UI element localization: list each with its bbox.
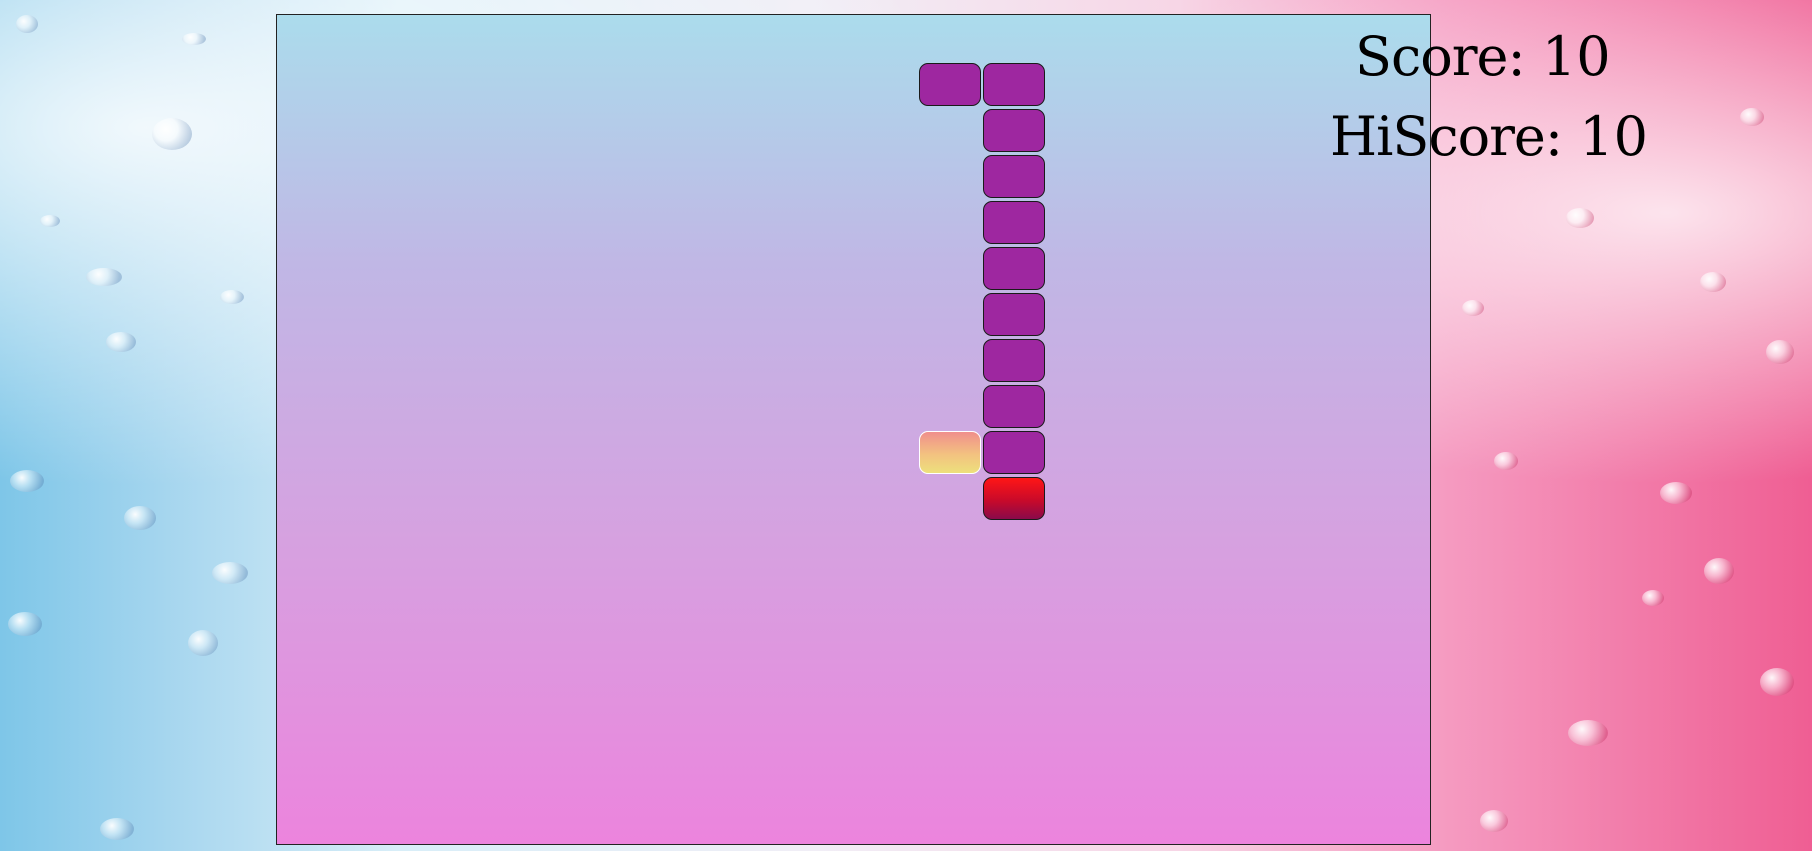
snake-body-segment xyxy=(983,247,1045,290)
hiscore-display: HiScore: 10 xyxy=(1330,110,1648,164)
snake-body-segment xyxy=(983,293,1045,336)
water-drop xyxy=(1766,340,1794,364)
water-drop xyxy=(188,630,218,656)
hiscore-value: 10 xyxy=(1579,105,1648,168)
snake-body-segment xyxy=(983,63,1045,106)
water-drop xyxy=(1566,208,1594,228)
water-drop xyxy=(1462,300,1484,316)
water-drop xyxy=(1660,482,1692,504)
water-drop xyxy=(106,332,136,352)
game-board[interactable] xyxy=(276,14,1431,845)
snake-head xyxy=(983,477,1045,520)
food-item xyxy=(919,431,981,474)
water-drop xyxy=(8,612,42,636)
water-drop xyxy=(1704,558,1734,584)
water-drop xyxy=(212,562,248,584)
score-label: Score: xyxy=(1355,25,1526,88)
water-drop xyxy=(1480,810,1508,832)
water-drop xyxy=(10,470,44,492)
score-display: Score: 10 xyxy=(1355,30,1611,84)
water-drop xyxy=(100,818,134,840)
water-drop xyxy=(152,118,192,150)
snake-body-segment xyxy=(983,385,1045,428)
water-drop xyxy=(124,506,156,530)
water-drop xyxy=(1568,720,1608,746)
snake-body-segment xyxy=(983,339,1045,382)
water-drop xyxy=(1494,452,1518,470)
snake-body-segment xyxy=(983,201,1045,244)
water-drop xyxy=(16,15,38,33)
hiscore-label: HiScore: xyxy=(1330,105,1563,168)
water-drop xyxy=(40,215,60,227)
snake-body-segment xyxy=(983,155,1045,198)
snake-body-segment xyxy=(983,109,1045,152)
snake-body-segment xyxy=(983,431,1045,474)
snake-body-segment xyxy=(919,63,981,106)
water-drop xyxy=(1740,108,1764,126)
score-value: 10 xyxy=(1541,25,1611,88)
water-drop xyxy=(86,268,122,286)
water-drop xyxy=(1642,590,1664,606)
water-drop xyxy=(220,290,244,304)
water-drop xyxy=(1700,272,1726,292)
water-drop xyxy=(182,33,206,45)
water-drop xyxy=(1760,668,1794,696)
